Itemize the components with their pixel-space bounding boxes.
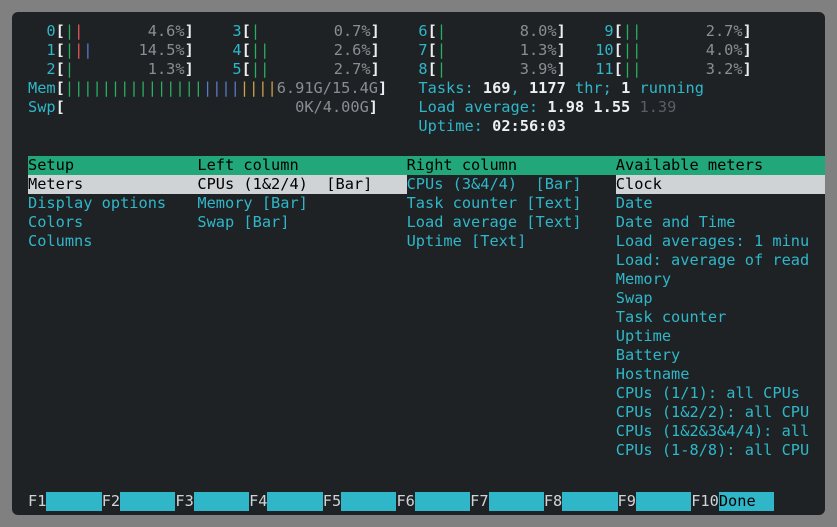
htop-terminal: 0[|| 4.6%] 3[| 0.7%] 6[| 8.0%] 9[|| 2.7%… (12, 12, 825, 515)
fkey-f3[interactable]: F3 (175, 492, 249, 511)
uptime: Uptime: 02:56:03 (400, 117, 566, 136)
available-meter-item[interactable]: CPUs (1-8/8): all CPU (616, 441, 825, 460)
available-meter-item[interactable]: CPUs (1&2/2): all CPU (616, 403, 825, 422)
right-column-panel: Right column CPUs (3&4/4) [Bar]Task coun… (407, 156, 616, 460)
cpu-meter-0: 0[|| 4.6%] (28, 22, 214, 41)
cpu-meter-2: 2[| 1.3%] (28, 60, 214, 79)
fkey-f9[interactable]: F9 (618, 492, 692, 511)
available-meter-item[interactable]: Memory (616, 270, 825, 289)
fkey-f4[interactable]: F4 (249, 492, 323, 511)
fkey-f10[interactable]: F10Done (691, 492, 774, 511)
setup-item[interactable]: Display options (28, 194, 197, 213)
cpu-meter-10: 10[|| 4.0%] (586, 41, 772, 60)
setup-panels: Setup MetersDisplay optionsColorsColumns… (12, 156, 825, 460)
setup-item[interactable]: Colors (28, 213, 197, 232)
available-meter-item[interactable]: Task counter (616, 308, 825, 327)
tasks-counter: Tasks: 169, 1177 thr; 1 running (400, 79, 704, 98)
right-column-item[interactable]: Uptime [Text] (407, 232, 616, 251)
left-column-item[interactable]: Swap [Bar] (197, 213, 406, 232)
available-meter-item[interactable]: Load averages: 1 minu (616, 232, 825, 251)
available-meter-item[interactable]: CPUs (1&2&3&4/4): all (616, 422, 825, 441)
memory-meter: Mem[|||||||||||||||||||||||6.91G/15.4G] (28, 79, 400, 98)
available-meters-header: Available meters (616, 156, 825, 175)
setup-item[interactable]: Columns (28, 232, 197, 251)
cpu-meter-4: 4[|| 2.6%] (214, 41, 400, 60)
load-average: Load average: 1.98 1.55 1.39 (400, 98, 676, 117)
left-column-item[interactable]: Memory [Bar] (197, 194, 406, 213)
right-column-header: Right column (407, 156, 616, 175)
available-meter-item[interactable]: Date and Time (616, 213, 825, 232)
fkey-f8[interactable]: F8 (544, 492, 618, 511)
right-column-item[interactable]: Task counter [Text] (407, 194, 616, 213)
available-meter-item[interactable]: Battery (616, 346, 825, 365)
cpu-meter-6: 6[| 8.0%] (400, 22, 586, 41)
available-meter-item[interactable]: Date (616, 194, 825, 213)
setup-item[interactable]: Meters (28, 175, 197, 194)
available-meter-item[interactable]: Clock (616, 175, 825, 194)
fkey-f7[interactable]: F7 (470, 492, 544, 511)
cpu-meter-1: 1[||| 14.5%] (28, 41, 214, 60)
available-meter-item[interactable]: Hostname (616, 365, 825, 384)
available-meter-item[interactable]: CPUs (1/1): all CPUs (616, 384, 825, 403)
cpu-meter-3: 3[| 0.7%] (214, 22, 400, 41)
meters-area: 0[|| 4.6%] 3[| 0.7%] 6[| 8.0%] 9[|| 2.7%… (12, 16, 825, 138)
available-meter-item[interactable]: Uptime (616, 327, 825, 346)
fkey-f1[interactable]: F1 (28, 492, 102, 511)
right-column-item[interactable]: CPUs (3&4/4) [Bar] (407, 175, 616, 194)
function-key-bar: F1 F2 F3 F4 F5 F6 F7 F8 F9 F10Done (28, 492, 809, 511)
available-meter-item[interactable]: Load: average of read (616, 251, 825, 270)
left-column-item[interactable]: CPUs (1&2/4) [Bar] (197, 175, 406, 194)
cpu-meter-8: 8[| 3.9%] (400, 60, 586, 79)
setup-panel: Setup MetersDisplay optionsColorsColumns (28, 156, 197, 460)
available-meters-panel: Available meters ClockDateDate and TimeL… (616, 156, 825, 460)
cpu-meter-11: 11[|| 3.2%] (586, 60, 772, 79)
cpu-meter-9: 9[|| 2.7%] (586, 22, 772, 41)
left-column-panel: Left column CPUs (1&2/4) [Bar]Memory [Ba… (197, 156, 406, 460)
available-meter-item[interactable]: Swap (616, 289, 825, 308)
right-column-item[interactable]: Load average [Text] (407, 213, 616, 232)
swap-meter: Swp[ 0K/4.00G] (28, 98, 400, 117)
cpu-meter-7: 7[| 1.3%] (400, 41, 586, 60)
setup-header: Setup (28, 156, 197, 175)
cpu-meter-5: 5[|| 2.7%] (214, 60, 400, 79)
fkey-f6[interactable]: F6 (396, 492, 470, 511)
left-column-header: Left column (197, 156, 406, 175)
fkey-f5[interactable]: F5 (323, 492, 397, 511)
fkey-f2[interactable]: F2 (102, 492, 176, 511)
